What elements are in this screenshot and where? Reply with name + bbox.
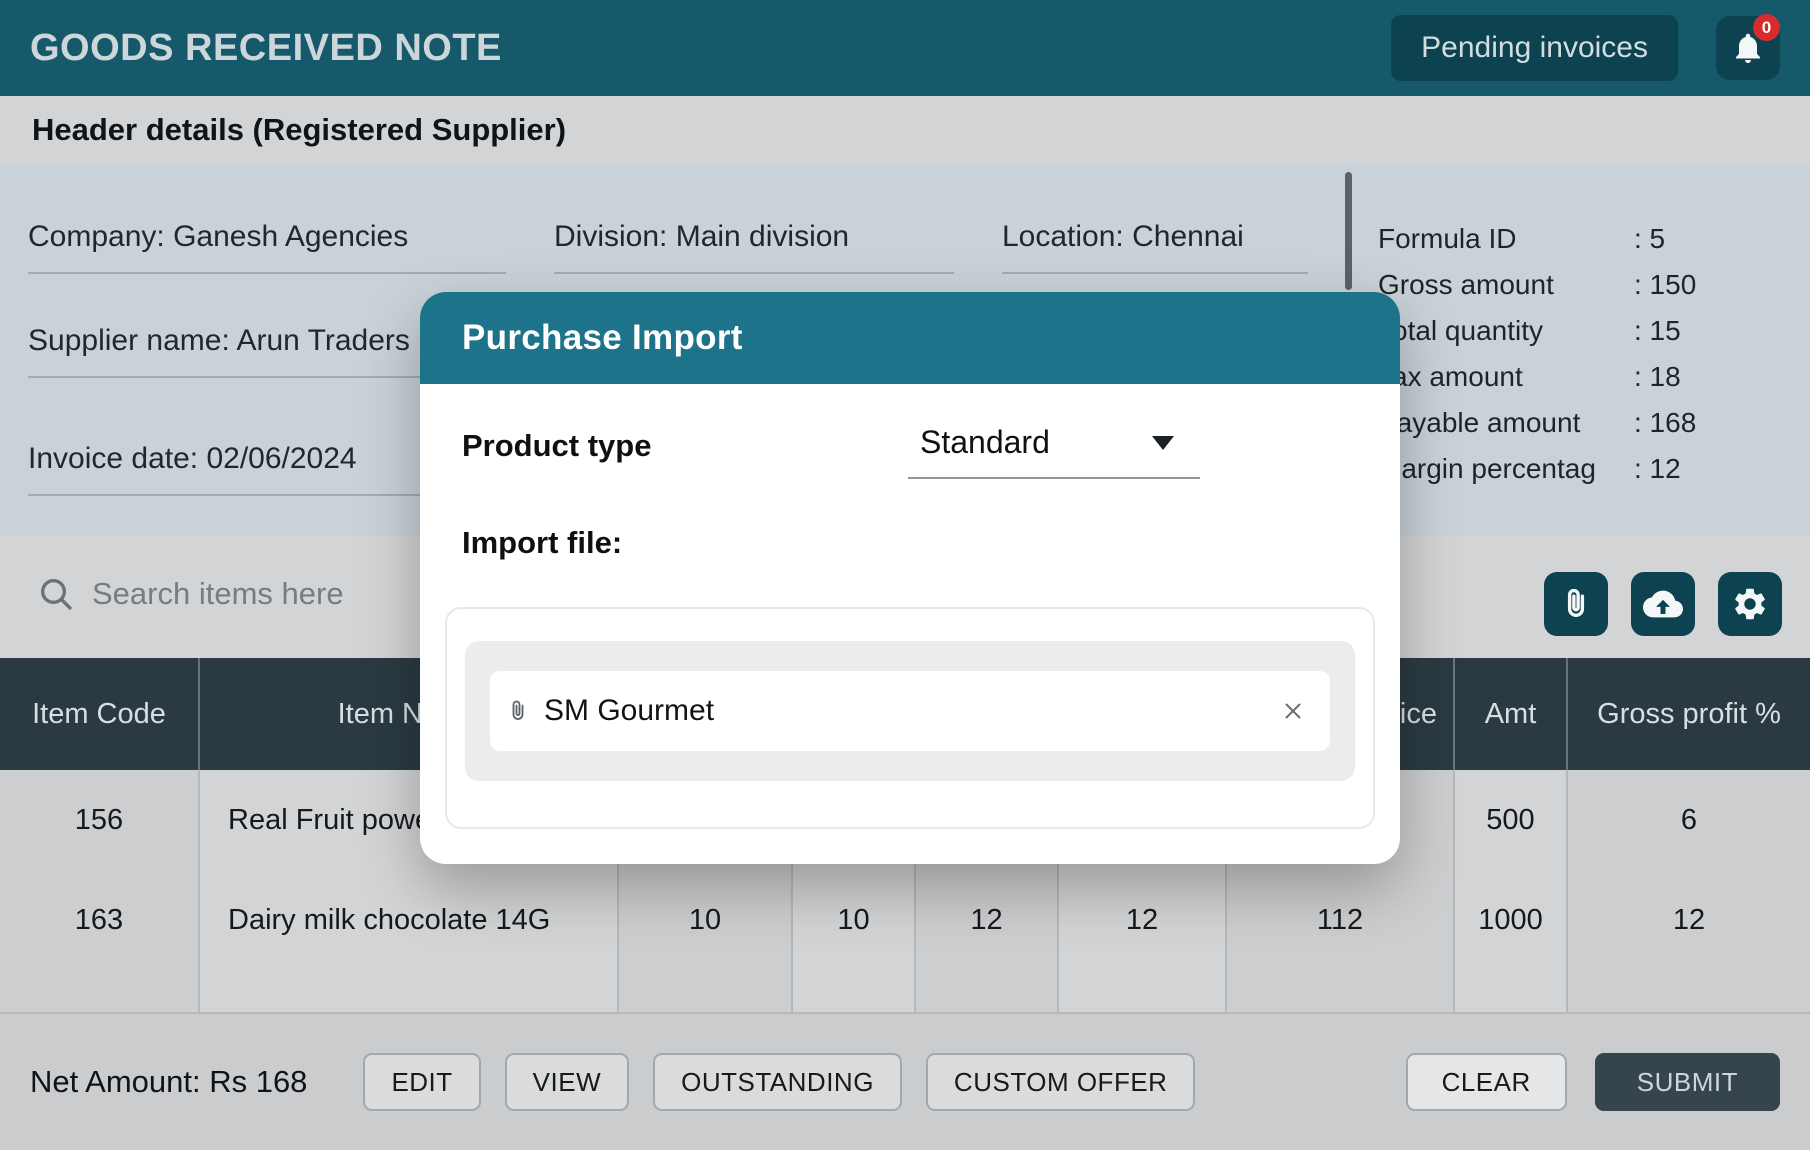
table-filler-cell bbox=[200, 970, 619, 1012]
summary-label: Payable amount bbox=[1378, 400, 1634, 446]
table-filler-cell bbox=[1059, 970, 1227, 1012]
chevron-down-icon bbox=[1152, 436, 1174, 450]
summary-value: : 150 bbox=[1634, 262, 1784, 308]
outstanding-button[interactable]: OUTSTANDING bbox=[653, 1053, 902, 1111]
purchase-import-modal: Purchase Import Product type Standard Im… bbox=[420, 292, 1400, 864]
division-field[interactable]: Division: Main division bbox=[554, 220, 954, 274]
net-amount-label: Net Amount: Rs 168 bbox=[30, 1064, 307, 1100]
table-row-cell[interactable]: 1000 bbox=[1455, 870, 1568, 970]
notifications-button[interactable]: 0 bbox=[1716, 16, 1780, 80]
table-row-cell[interactable]: 12 bbox=[1568, 870, 1810, 970]
location-field[interactable]: Location: Chennai bbox=[1002, 220, 1308, 274]
summary-label: Tax amount bbox=[1378, 354, 1634, 400]
clear-button[interactable]: CLEAR bbox=[1406, 1053, 1567, 1111]
panel-divider bbox=[1345, 172, 1352, 290]
table-filler-cell bbox=[1568, 970, 1810, 1012]
product-type-value: Standard bbox=[920, 424, 1050, 461]
column-header: Gross profit % bbox=[1568, 658, 1810, 770]
modal-header: Purchase Import bbox=[420, 292, 1400, 384]
attached-file-chip[interactable]: SM Gourmet bbox=[490, 671, 1330, 751]
summary-value: : 5 bbox=[1634, 216, 1784, 262]
table-row-cell[interactable]: 12 bbox=[916, 870, 1059, 970]
file-name: SM Gourmet bbox=[544, 694, 1280, 728]
table-filler-cell bbox=[1227, 970, 1455, 1012]
table-row-cell[interactable]: Dairy milk chocolate 14G bbox=[200, 870, 619, 970]
section-title: Header details (Registered Supplier) bbox=[32, 96, 566, 164]
product-type-select[interactable]: Standard bbox=[908, 424, 1200, 479]
summary-value: : 15 bbox=[1634, 308, 1784, 354]
table-filler-cell bbox=[793, 970, 916, 1012]
summary-value: : 12 bbox=[1634, 446, 1784, 492]
table-filler-cell bbox=[1455, 970, 1568, 1012]
attach-file-button[interactable] bbox=[1544, 572, 1608, 636]
table-row-cell[interactable]: 10 bbox=[793, 870, 916, 970]
custom-offer-button[interactable]: CUSTOM OFFER bbox=[926, 1053, 1196, 1111]
totals-summary: Formula ID: 5 Gross amount: 150 Total qu… bbox=[1360, 164, 1810, 536]
pending-invoices-button[interactable]: Pending invoices bbox=[1391, 15, 1678, 81]
company-field[interactable]: Company: Ganesh Agencies bbox=[28, 220, 506, 274]
table-row-cell[interactable]: 6 bbox=[1568, 770, 1810, 870]
table-row-cell[interactable]: 500 bbox=[1455, 770, 1568, 870]
settings-button[interactable] bbox=[1718, 572, 1782, 636]
submit-button[interactable]: SUBMIT bbox=[1595, 1053, 1780, 1111]
table-row-cell[interactable]: 10 bbox=[619, 870, 793, 970]
gear-icon bbox=[1731, 585, 1769, 623]
cloud-upload-icon bbox=[1643, 584, 1683, 624]
notification-badge: 0 bbox=[1753, 14, 1780, 41]
file-dropzone-inner: SM Gourmet bbox=[465, 641, 1355, 781]
column-header: Item Code bbox=[0, 658, 200, 770]
page-title: GOODS RECEIVED NOTE bbox=[30, 27, 502, 70]
table-row-cell[interactable]: 156 bbox=[0, 770, 200, 870]
table-filler-cell bbox=[0, 970, 200, 1012]
close-icon bbox=[1280, 698, 1306, 724]
remove-file-button[interactable] bbox=[1280, 698, 1306, 724]
import-file-label: Import file: bbox=[462, 525, 1358, 561]
column-header: Amt bbox=[1455, 658, 1568, 770]
search-icon bbox=[36, 574, 76, 614]
table-filler-cell bbox=[619, 970, 793, 1012]
table-row-cell[interactable]: 112 bbox=[1227, 870, 1455, 970]
summary-label: Formula ID bbox=[1378, 216, 1634, 262]
summary-value: : 168 bbox=[1634, 400, 1784, 446]
upload-button[interactable] bbox=[1631, 572, 1695, 636]
table-filler-cell bbox=[916, 970, 1059, 1012]
view-button[interactable]: VIEW bbox=[505, 1053, 629, 1111]
summary-label: Gross amount bbox=[1378, 262, 1634, 308]
top-bar: GOODS RECEIVED NOTE Pending invoices 0 bbox=[0, 0, 1810, 96]
modal-title: Purchase Import bbox=[462, 318, 743, 358]
table-row-cell[interactable]: 12 bbox=[1059, 870, 1227, 970]
summary-label: Margin percentag bbox=[1378, 446, 1634, 492]
paperclip-icon bbox=[1559, 587, 1593, 621]
paperclip-icon bbox=[506, 696, 530, 726]
footer-bar: Net Amount: Rs 168 EDIT VIEW OUTSTANDING… bbox=[0, 1012, 1810, 1150]
edit-button[interactable]: EDIT bbox=[363, 1053, 480, 1111]
table-row-cell[interactable]: 163 bbox=[0, 870, 200, 970]
product-type-label: Product type bbox=[462, 424, 768, 464]
summary-label: Total quantity bbox=[1378, 308, 1634, 354]
file-dropzone[interactable]: SM Gourmet bbox=[445, 607, 1375, 829]
summary-value: : 18 bbox=[1634, 354, 1784, 400]
